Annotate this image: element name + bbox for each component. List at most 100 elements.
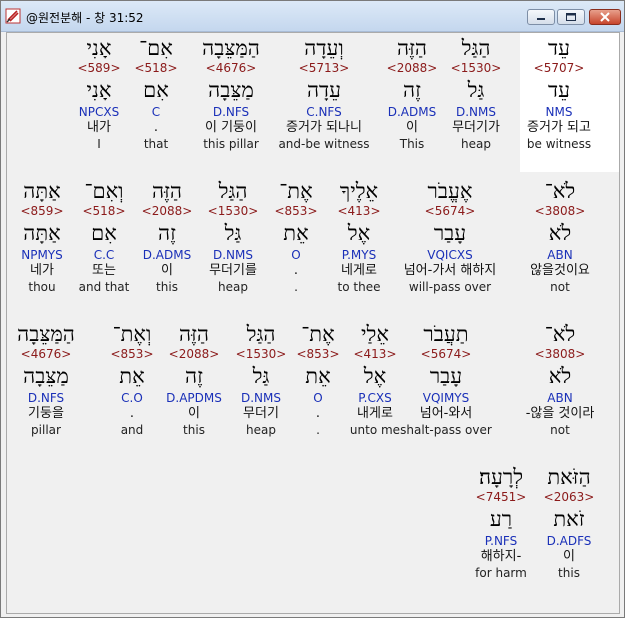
word-cell[interactable]: לֹא־ <3808> לֹא ABN 않을것이요 not bbox=[520, 178, 600, 295]
morphology-code: ABN bbox=[547, 248, 573, 262]
hebrew-word: אֶעֱבֹר bbox=[427, 179, 473, 203]
maximize-button[interactable] bbox=[557, 9, 585, 25]
korean-gloss: -않을 것이라 bbox=[525, 406, 595, 421]
english-gloss: be witness bbox=[526, 137, 592, 151]
korean-gloss: 증거가 되고 bbox=[527, 120, 591, 135]
word-cell[interactable]: אַתָּה <859> אַתָּה NPMYS 네가 thou bbox=[2, 178, 82, 295]
hebrew-word: לְרָעָה׃ bbox=[478, 465, 524, 489]
strong-number: <5674> bbox=[424, 204, 476, 218]
english-gloss: and-be witness bbox=[278, 137, 370, 151]
title-bar[interactable]: @원전분해 - 창 31:52 bbox=[1, 1, 624, 32]
morphology-code: D.NFS bbox=[27, 391, 65, 405]
hebrew-word: לֹא־ bbox=[544, 322, 576, 346]
english-gloss: will-pass over bbox=[408, 280, 492, 294]
strong-number: <2063> bbox=[543, 490, 595, 504]
word-cell[interactable]: הַזֹּאת <2063> זֹאת D.ADFS 이 this bbox=[529, 464, 609, 581]
korean-gloss: 이 기둥이 bbox=[205, 120, 257, 135]
minimize-button[interactable] bbox=[527, 9, 555, 25]
english-gloss: this bbox=[558, 566, 580, 580]
morphology-code: C.NFS bbox=[306, 105, 342, 119]
strong-number: <5707> bbox=[533, 61, 585, 75]
hebrew-word: וְעֵדָה bbox=[304, 36, 344, 60]
english-gloss: this pillar bbox=[203, 137, 259, 151]
root-word: אָנִי bbox=[86, 78, 112, 102]
hebrew-word: לֹא־ bbox=[544, 179, 576, 203]
word-cell[interactable]: הַמַּצֵּבָה <4676> מַצֵּבָה D.NFS 기둥을 pillar bbox=[6, 321, 86, 438]
close-icon bbox=[600, 12, 610, 22]
word-cell[interactable]: עֵד <5707> עֵד NMS 증거가 되고 be witness bbox=[511, 35, 607, 152]
english-gloss: for harm bbox=[475, 566, 527, 580]
root-word: אֵת bbox=[119, 364, 145, 388]
korean-gloss: 해하지- bbox=[480, 549, 522, 564]
root-word: עֵד bbox=[548, 78, 570, 102]
word-cell[interactable]: לְרָעָה׃ <7451> רַע P.NFS 해하지-for harm bbox=[461, 464, 541, 581]
hebrew-word: וְאֶת־ bbox=[112, 322, 152, 346]
word-cell[interactable]: אֶעֱבֹר <5674> עָבַר VQICXS 넘어-가서 해하지 will-pa… bbox=[392, 178, 508, 295]
word-cell[interactable]: הַזֶּה <2088> זֶה D.ADMS 이 This bbox=[372, 35, 452, 152]
korean-gloss: 기둥을 bbox=[28, 406, 64, 421]
english-gloss: not bbox=[550, 423, 570, 437]
english-gloss: I bbox=[97, 137, 101, 151]
hebrew-word: הַזֶּה bbox=[396, 36, 427, 60]
korean-gloss: 이 bbox=[406, 120, 418, 135]
strong-number: <3808> bbox=[534, 204, 586, 218]
hebrew-word: הַמַּצֵּבָה bbox=[17, 322, 75, 346]
hebrew-word: אַתָּה bbox=[23, 179, 61, 203]
root-word: מַצֵּבָה bbox=[23, 364, 69, 388]
morphology-code: D.NFS bbox=[212, 105, 250, 119]
english-gloss: thou bbox=[28, 280, 56, 294]
root-word: מַצֵּבָה bbox=[208, 78, 254, 102]
korean-gloss: 넘어-가서 해하지 bbox=[403, 263, 497, 278]
strong-number: <2088> bbox=[386, 61, 438, 75]
korean-gloss: 증거가 되나니 bbox=[286, 120, 362, 135]
strong-number: <853> bbox=[110, 347, 154, 361]
morphology-code: NPMYS bbox=[21, 248, 63, 262]
korean-gloss: 이 bbox=[563, 549, 575, 564]
root-word: רַע bbox=[489, 507, 513, 531]
word-cell[interactable]: אָנִי <589> אָנִי NPCXS 내가 I bbox=[59, 35, 139, 152]
word-cell[interactable]: הַמַּצֵּבָה <4676> מַצֵּבָה D.NFS 이 기둥이 this … bbox=[191, 35, 271, 152]
root-word: זֶה bbox=[403, 78, 421, 102]
app-window: @원전분해 - 창 31:52 עֵד <5707> עֵד NMS 증거가 되고 be … bbox=[0, 0, 625, 618]
app-icon bbox=[5, 8, 21, 24]
window-title: @원전분해 - 창 31:52 bbox=[26, 11, 144, 25]
strong-number: <5713> bbox=[298, 61, 350, 75]
hebrew-word: עֵד bbox=[548, 36, 570, 60]
root-word: לֹא bbox=[548, 221, 572, 245]
english-gloss: This bbox=[399, 137, 425, 151]
root-word: אַתָּה bbox=[23, 221, 61, 245]
strong-number: <859> bbox=[20, 204, 64, 218]
korean-gloss: 내가 bbox=[87, 120, 111, 135]
korean-gloss: 네가 bbox=[30, 263, 54, 278]
morphology-code: P.NFS bbox=[484, 534, 518, 548]
strong-number: <3808> bbox=[534, 347, 586, 361]
root-word: עֵדָה bbox=[306, 78, 342, 102]
root-word: עָבַר bbox=[433, 221, 467, 245]
minimize-icon bbox=[537, 18, 545, 20]
morphology-code: C.O bbox=[121, 391, 143, 405]
morphology-code: NMS bbox=[545, 105, 573, 119]
hebrew-word: אָנִי bbox=[86, 36, 112, 60]
morphology-code: D.ADFS bbox=[546, 534, 592, 548]
strong-number: <589> bbox=[77, 61, 121, 75]
word-cell[interactable]: וְעֵדָה <5713> עֵדָה C.NFS 증거가 되나니 and-be wit… bbox=[272, 35, 376, 152]
strong-number: <4676> bbox=[20, 347, 72, 361]
morphology-code: ABN bbox=[547, 391, 573, 405]
morphology-code: NPCXS bbox=[78, 105, 120, 119]
strong-number: <7451> bbox=[475, 490, 527, 504]
interlinear-panel: עֵד <5707> עֵד NMS 증거가 되고 be witness הַגַּל <15… bbox=[6, 32, 620, 614]
morphology-code: VQICXS bbox=[427, 248, 473, 262]
english-gloss: not bbox=[550, 280, 570, 294]
close-button[interactable] bbox=[589, 9, 621, 25]
korean-gloss: . bbox=[129, 406, 135, 421]
english-gloss: pillar bbox=[31, 423, 61, 437]
strong-number: <4676> bbox=[205, 61, 257, 75]
hebrew-word: הַמַּצֵּבָה bbox=[202, 36, 260, 60]
root-word: זֹאת bbox=[553, 507, 585, 531]
korean-gloss: 않을것이요 bbox=[530, 263, 590, 278]
root-word: לֹא bbox=[548, 364, 572, 388]
word-cell[interactable]: לֹא־ <3808> לֹא ABN -않을 것이라 not bbox=[520, 321, 600, 438]
maximize-icon bbox=[566, 13, 576, 21]
morphology-code: D.ADMS bbox=[387, 105, 437, 119]
word-cell[interactable]: וְאֶת־ <853> אֵת C.O. and bbox=[92, 321, 172, 438]
